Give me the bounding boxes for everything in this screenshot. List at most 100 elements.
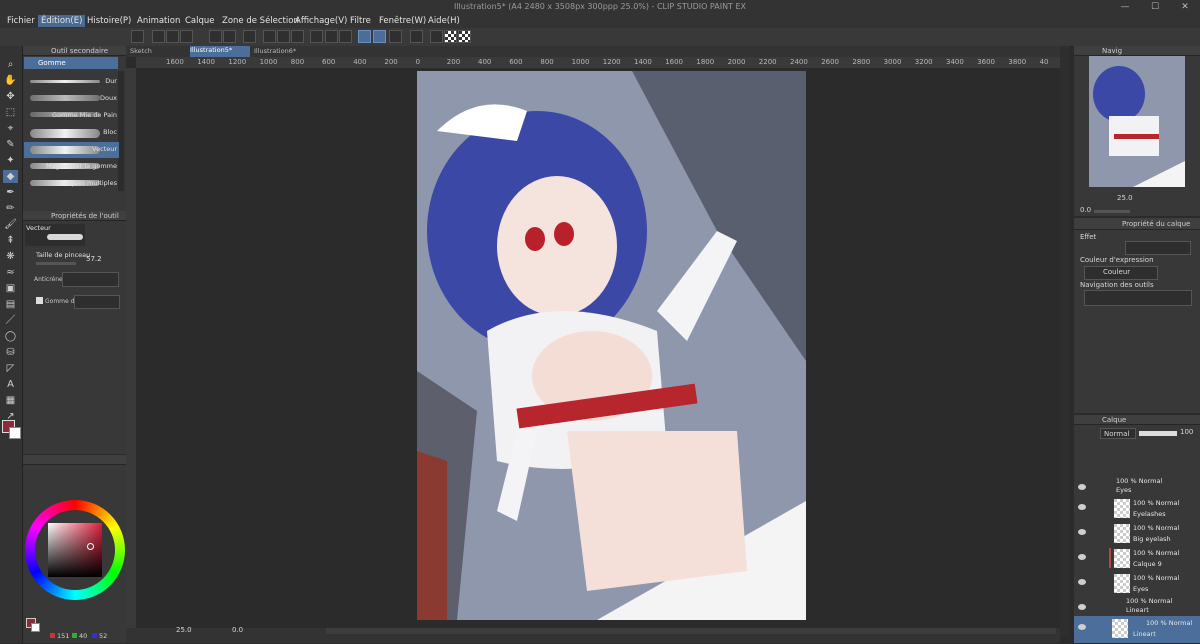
crop-button[interactable] xyxy=(325,30,338,43)
ruler-tool-icon[interactable]: ▦ xyxy=(3,394,18,407)
navigator-zoom-value[interactable]: 25.0 xyxy=(1117,194,1133,202)
gradient-tool-icon[interactable]: ▤ xyxy=(3,298,18,311)
layer-row-eyes[interactable]: 100 % Normal Eyes xyxy=(1074,571,1200,597)
pencil-tool-icon[interactable]: ✏ xyxy=(3,202,18,215)
clear-button[interactable] xyxy=(263,30,276,43)
help-button[interactable] xyxy=(430,30,443,43)
sub-color-swatch[interactable] xyxy=(9,427,21,439)
navigator-thumbnail[interactable] xyxy=(1089,56,1185,187)
balloon-tool-icon[interactable]: ◯ xyxy=(3,330,18,343)
subtool-item-bloc[interactable]: Bloc xyxy=(24,125,119,141)
deselect-button[interactable] xyxy=(291,30,304,43)
save-button[interactable] xyxy=(180,30,193,43)
sub-color-mini[interactable] xyxy=(31,623,40,632)
subtool-item-doux[interactable]: Doux xyxy=(24,91,119,107)
fill-tool-icon[interactable]: ▣ xyxy=(3,282,18,295)
open-file-button[interactable] xyxy=(166,30,179,43)
erase-mode-checkbox[interactable] xyxy=(36,297,43,304)
home-button[interactable] xyxy=(131,30,144,43)
blend-mode-select[interactable]: Normal xyxy=(1100,428,1136,439)
opacity-value[interactable]: 100 xyxy=(1180,428,1193,436)
blend-tool-icon[interactable]: ≈ xyxy=(3,266,18,279)
menu-filtre[interactable]: Filtre xyxy=(347,15,374,27)
subtool-item-vecteur[interactable]: Vecteur xyxy=(24,142,119,158)
visibility-eye-icon[interactable] xyxy=(1078,529,1086,535)
pen-tool-icon[interactable]: ✒ xyxy=(3,186,18,199)
brush-size-slider[interactable] xyxy=(36,262,76,265)
navigator-angle-value[interactable]: 0.0 xyxy=(1080,206,1091,214)
layer-row-folder-eyes[interactable]: 100 % Normal Eyes xyxy=(1074,476,1200,497)
layer-row-eyelashes[interactable]: 100 % Normal Eyelashes xyxy=(1074,496,1200,522)
visibility-eye-icon[interactable] xyxy=(1078,554,1086,560)
tab-illustration5[interactable]: Illustration5* xyxy=(190,46,250,57)
eyedropper-tool-icon[interactable]: ✎ xyxy=(3,138,18,151)
layer-row-calque-9[interactable]: 100 % Normal Calque 9 xyxy=(1074,546,1200,572)
transform-button[interactable] xyxy=(310,30,323,43)
menu-edition[interactable]: Édition(E) xyxy=(38,15,86,27)
layer-row-big-eyelash[interactable]: 100 % Normal Big eyelash xyxy=(1074,521,1200,547)
fill-button[interactable] xyxy=(277,30,290,43)
menu-histoire[interactable]: Histoire(P) xyxy=(84,15,134,27)
transparency-button[interactable] xyxy=(444,30,457,43)
zoom-value[interactable]: 25.0 xyxy=(176,626,192,634)
selection-tool-icon[interactable]: ⬚ xyxy=(3,106,18,119)
zoom-tool-icon[interactable]: ⌕ xyxy=(3,58,18,71)
tab-sketch[interactable]: Sketch xyxy=(130,47,188,57)
opacity-slider[interactable] xyxy=(1139,431,1177,436)
maximize-button[interactable]: ☐ xyxy=(1140,0,1170,14)
menu-selection[interactable]: Zone de Sélection xyxy=(219,15,302,27)
layer-row-lineart[interactable]: 100 % Normal Lineart xyxy=(1074,616,1200,644)
lasso-tool-icon[interactable]: ⌖ xyxy=(3,122,18,135)
text-tool-icon[interactable]: A xyxy=(3,378,18,391)
menu-affichage[interactable]: Affichage(V) xyxy=(292,15,350,27)
visibility-eye-icon[interactable] xyxy=(1078,484,1086,490)
subtool-item-calques-multiples[interactable]: Calques multiples xyxy=(24,176,119,192)
subtool-item-magnetiser[interactable]: Magnétiser la gomme xyxy=(24,159,119,175)
select-all-button[interactable] xyxy=(339,30,352,43)
visibility-eye-icon[interactable] xyxy=(1078,579,1086,585)
menu-aide[interactable]: Aide(H) xyxy=(425,15,463,27)
frame-tool-icon[interactable]: ◸ xyxy=(3,362,18,375)
canvas-horizontal-scrollbar[interactable] xyxy=(326,628,1056,634)
erase-mode-options[interactable] xyxy=(74,295,120,309)
brush-tool-icon[interactable]: 🖌 xyxy=(3,218,18,231)
figure-tool-icon[interactable]: ／ xyxy=(3,314,18,327)
visibility-eye-icon[interactable] xyxy=(1078,504,1086,510)
rotation-value[interactable]: 0.0 xyxy=(232,626,243,634)
menu-fenetre[interactable]: Fenêtre(W) xyxy=(376,15,429,27)
menu-animation[interactable]: Animation xyxy=(134,15,183,27)
undo-button[interactable] xyxy=(209,30,222,43)
new-file-button[interactable] xyxy=(152,30,165,43)
menu-fichier[interactable]: Fichier xyxy=(4,15,38,27)
layer-actions-toolbar[interactable] xyxy=(1076,443,1196,455)
airbrush-tool-icon[interactable]: ⇞ xyxy=(3,234,18,247)
layer-row-folder-lineart[interactable]: 100 % Normal Lineart xyxy=(1074,596,1200,617)
minimize-button[interactable]: — xyxy=(1110,0,1140,14)
effect-buttons[interactable] xyxy=(1125,241,1191,255)
snap-grid-button[interactable] xyxy=(373,30,386,43)
bucket-tool-icon[interactable]: ⛁ xyxy=(3,346,18,359)
tab-illustration6[interactable]: Illustration6* xyxy=(254,47,312,57)
ruler-button[interactable] xyxy=(410,30,423,43)
decoration-tool-icon[interactable]: ❋ xyxy=(3,250,18,263)
brush-size-value[interactable]: 57.2 xyxy=(86,255,102,263)
snap-special-button[interactable] xyxy=(389,30,402,43)
document-canvas[interactable] xyxy=(417,71,806,620)
subtool-item-dur[interactable]: Dur xyxy=(24,74,119,90)
snap-ruler-button[interactable] xyxy=(358,30,371,43)
paper-button[interactable] xyxy=(458,30,471,43)
antialias-selector[interactable] xyxy=(62,272,119,287)
visibility-eye-icon[interactable] xyxy=(1078,624,1086,630)
tool-navigation-buttons[interactable] xyxy=(1084,290,1192,306)
move-tool-icon[interactable]: ✥ xyxy=(3,90,18,103)
subtool-item-mie-de-pain[interactable]: Gomme Mie de Pain xyxy=(24,108,119,124)
eraser-tool-icon[interactable]: ◆ xyxy=(3,170,18,183)
saturation-value-square[interactable] xyxy=(48,523,102,577)
redo-button[interactable] xyxy=(223,30,236,43)
color-picker-cursor[interactable] xyxy=(87,543,94,550)
navigator-angle-slider[interactable] xyxy=(1094,210,1130,213)
close-button[interactable]: ✕ xyxy=(1170,0,1200,14)
expression-color-select[interactable]: Couleur xyxy=(1084,266,1158,280)
canvas-vertical-scrollbar[interactable] xyxy=(1060,46,1070,636)
visibility-eye-icon[interactable] xyxy=(1078,604,1086,610)
